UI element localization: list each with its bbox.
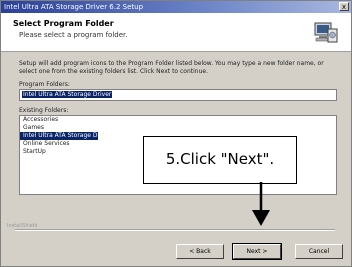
list-item[interactable]: Games — [20, 124, 336, 132]
list-item-selected[interactable]: Intel Ultra ATA Storage Driver — [20, 132, 111, 140]
cancel-button[interactable]: Cancel — [295, 244, 343, 259]
next-button[interactable]: Next > — [232, 243, 282, 260]
footer-divider — [15, 229, 335, 231]
page-title: Select Program Folder — [13, 19, 114, 28]
instructions-text: Setup will add program icons to the Prog… — [19, 60, 324, 75]
program-folder-label: Program Folders: — [19, 81, 70, 88]
instruction-callout: 5.Click "Next". — [143, 136, 297, 184]
wizard-header: Select Program Folder Please select a pr… — [1, 13, 351, 52]
back-button[interactable]: < Back — [176, 244, 224, 259]
page-subtitle: Please select a program folder. — [19, 31, 128, 39]
setup-dialog: Intel Ultra ATA Storage Driver 6.2 Setup… — [0, 0, 352, 267]
setup-computer-icon — [314, 22, 338, 43]
program-folder-input[interactable]: Intel Ultra ATA Storage Driver — [19, 89, 337, 101]
down-arrow-icon — [252, 182, 270, 226]
title-bar: Intel Ultra ATA Storage Driver 6.2 Setup… — [1, 1, 351, 13]
existing-folders-label: Existing Folders: — [19, 107, 69, 114]
program-folder-value: Intel Ultra ATA Storage Driver — [22, 91, 113, 98]
list-item[interactable]: Accessories — [20, 116, 336, 124]
close-button[interactable]: x — [339, 2, 349, 11]
window-title: Intel Ultra ATA Storage Driver 6.2 Setup — [4, 3, 144, 11]
